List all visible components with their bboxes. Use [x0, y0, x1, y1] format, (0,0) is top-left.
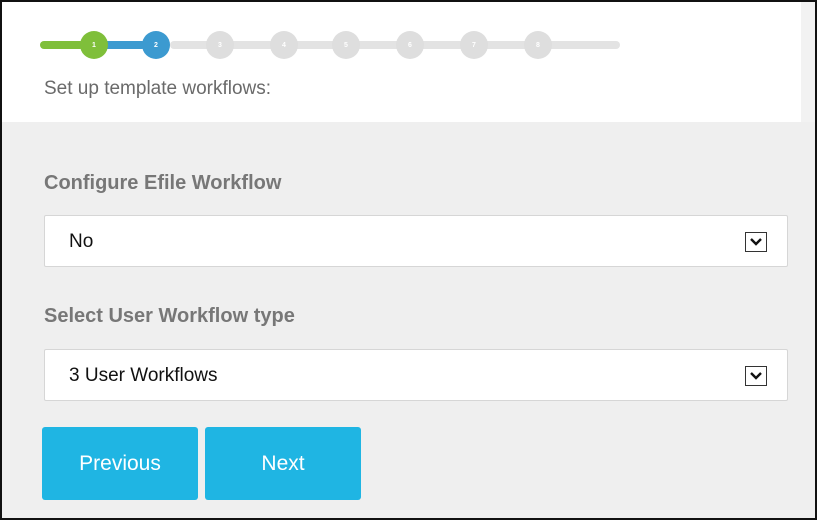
chevron-down-icon[interactable]	[745, 366, 767, 386]
step-6-number: 6	[408, 41, 412, 49]
user-workflow-value: 3 User Workflows	[69, 365, 218, 386]
step-8-number: 8	[536, 41, 540, 49]
step-3: 3	[206, 31, 234, 59]
step-4-number: 4	[282, 41, 286, 49]
user-workflow-label: Select User Workflow type	[44, 305, 295, 327]
efile-workflow-select[interactable]: No	[44, 215, 788, 267]
step-5: 5	[332, 31, 360, 59]
header-edge	[801, 2, 815, 122]
step-8: 8	[524, 31, 552, 59]
step-1-number: 1	[92, 41, 96, 49]
step-connector	[170, 41, 620, 49]
step-7-number: 7	[472, 41, 476, 49]
step-4: 4	[270, 31, 298, 59]
chevron-down-icon[interactable]	[745, 232, 767, 252]
step-3-number: 3	[218, 41, 222, 49]
next-button[interactable]: Next	[205, 427, 361, 500]
step-5-number: 5	[344, 41, 348, 49]
efile-workflow-value: No	[69, 231, 94, 252]
wizard-header: 1 2 3 4 5 6 7 8 Set up template workflow…	[2, 2, 815, 122]
efile-workflow-label: Configure Efile Workflow	[44, 172, 282, 194]
step-2: 2	[142, 31, 170, 59]
step-1: 1	[80, 31, 108, 59]
previous-button[interactable]: Previous	[42, 427, 198, 500]
progress-stepper: 1 2 3 4 5 6 7 8	[40, 31, 620, 61]
wizard-subtitle: Set up template workflows:	[44, 78, 272, 99]
wizard-window: 1 2 3 4 5 6 7 8 Set up template workflow…	[0, 0, 817, 520]
step-connector	[40, 41, 84, 49]
step-2-number: 2	[154, 41, 158, 49]
user-workflow-select[interactable]: 3 User Workflows	[44, 349, 788, 401]
step-7: 7	[460, 31, 488, 59]
step-6: 6	[396, 31, 424, 59]
